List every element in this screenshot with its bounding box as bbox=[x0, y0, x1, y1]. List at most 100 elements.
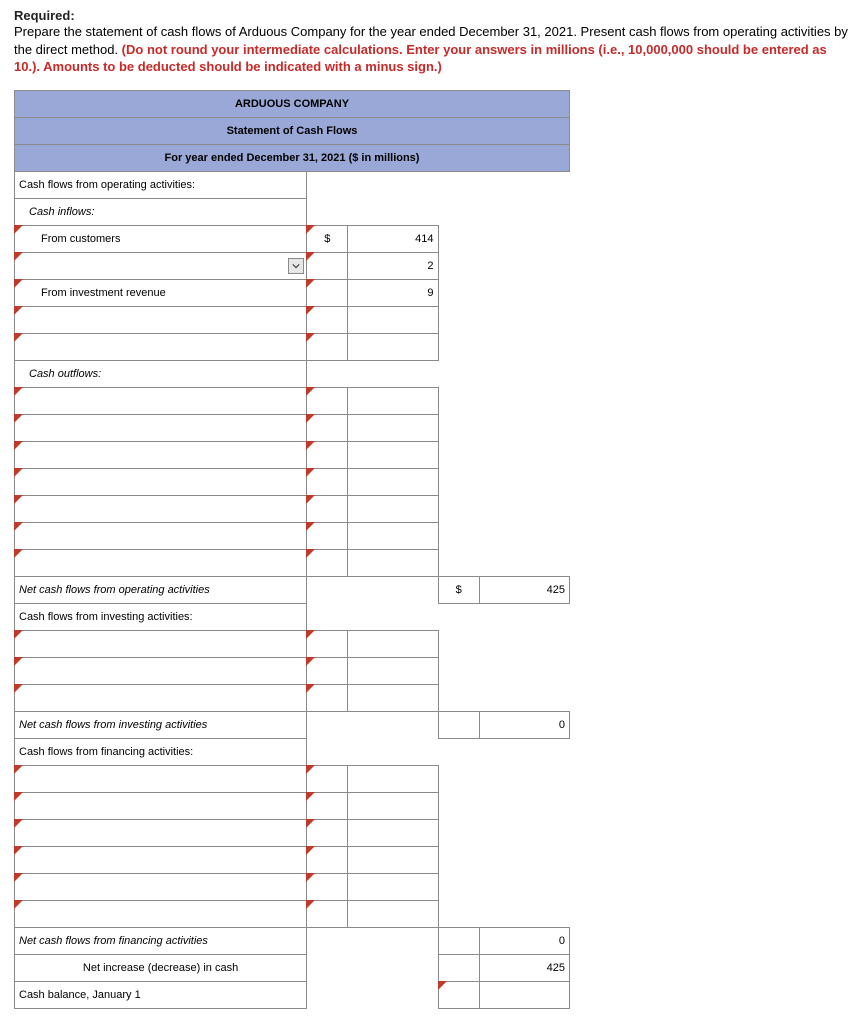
from-customers-text: From customers bbox=[41, 233, 120, 245]
edit-flag-icon bbox=[306, 306, 315, 315]
cash-jan1-value[interactable] bbox=[479, 981, 569, 1008]
blank-fin-row[interactable] bbox=[15, 765, 307, 792]
symbol-cell[interactable] bbox=[307, 252, 348, 279]
edit-flag-icon bbox=[306, 333, 315, 342]
cash-inflows-label: Cash inflows: bbox=[15, 198, 307, 225]
value-cell[interactable] bbox=[348, 819, 438, 846]
edit-flag-icon bbox=[14, 900, 23, 909]
blank-inv-row[interactable] bbox=[15, 684, 307, 711]
symbol-cell[interactable] bbox=[307, 873, 348, 900]
value-cell[interactable] bbox=[348, 765, 438, 792]
symbol-cell[interactable] bbox=[307, 414, 348, 441]
cash-outflows-label: Cash outflows: bbox=[15, 360, 307, 387]
value-cell[interactable] bbox=[348, 441, 438, 468]
edit-flag-icon bbox=[306, 657, 315, 666]
symbol-cell[interactable] bbox=[307, 522, 348, 549]
net-fin-value: 0 bbox=[479, 927, 569, 954]
net-inv-label: Net cash flows from investing activities bbox=[15, 711, 307, 738]
from-invest-rev-label[interactable]: From investment revenue bbox=[15, 279, 307, 306]
edit-flag-icon bbox=[14, 441, 23, 450]
blank-inflow-row[interactable] bbox=[15, 306, 307, 333]
blank-inv-row[interactable] bbox=[15, 630, 307, 657]
edit-flag-icon bbox=[14, 765, 23, 774]
symbol-cell bbox=[438, 954, 479, 981]
cash-flow-table: ARDUOUS COMPANY Statement of Cash Flows … bbox=[14, 90, 570, 1009]
op-activities-header: Cash flows from operating activities: bbox=[15, 171, 307, 198]
edit-flag-icon bbox=[306, 414, 315, 423]
from-customers-value[interactable]: 414 bbox=[348, 225, 438, 252]
value-cell[interactable] bbox=[348, 522, 438, 549]
edit-flag-icon bbox=[306, 225, 315, 234]
symbol-cell[interactable] bbox=[307, 657, 348, 684]
title-statement: Statement of Cash Flows bbox=[15, 117, 570, 144]
blank-fin-row[interactable] bbox=[15, 873, 307, 900]
blank-outflow-row[interactable] bbox=[15, 441, 307, 468]
edit-flag-icon bbox=[14, 792, 23, 801]
chevron-down-icon[interactable] bbox=[288, 258, 304, 274]
edit-flag-icon bbox=[14, 846, 23, 855]
blank-outflow-row[interactable] bbox=[15, 414, 307, 441]
value-cell[interactable] bbox=[348, 657, 438, 684]
symbol-cell[interactable] bbox=[307, 441, 348, 468]
symbol-cell[interactable] bbox=[307, 630, 348, 657]
symbol-cell[interactable] bbox=[307, 900, 348, 927]
value-cell[interactable] bbox=[348, 387, 438, 414]
value-cell[interactable] bbox=[348, 306, 438, 333]
value-cell[interactable] bbox=[348, 684, 438, 711]
blank-inflow-select[interactable] bbox=[15, 252, 307, 279]
edit-flag-icon bbox=[14, 414, 23, 423]
blank-inflow-value[interactable]: 2 bbox=[348, 252, 438, 279]
value-cell[interactable] bbox=[348, 873, 438, 900]
symbol-cell[interactable] bbox=[307, 495, 348, 522]
blank-fin-row[interactable] bbox=[15, 846, 307, 873]
title-period: For year ended December 31, 2021 ($ in m… bbox=[15, 144, 570, 171]
edit-flag-icon bbox=[14, 279, 23, 288]
edit-flag-icon bbox=[14, 684, 23, 693]
symbol-cell[interactable] bbox=[307, 387, 348, 414]
symbol-cell[interactable] bbox=[307, 333, 348, 360]
value-cell[interactable] bbox=[348, 846, 438, 873]
symbol-cell[interactable] bbox=[438, 981, 479, 1008]
net-change-label: Net increase (decrease) in cash bbox=[15, 954, 307, 981]
blank-outflow-row[interactable] bbox=[15, 522, 307, 549]
symbol-cell[interactable] bbox=[307, 306, 348, 333]
from-invest-rev-value[interactable]: 9 bbox=[348, 279, 438, 306]
symbol-cell[interactable] bbox=[307, 279, 348, 306]
edit-flag-icon bbox=[306, 819, 315, 828]
symbol-cell[interactable] bbox=[307, 846, 348, 873]
value-cell[interactable] bbox=[348, 333, 438, 360]
edit-flag-icon bbox=[14, 468, 23, 477]
value-cell[interactable] bbox=[348, 414, 438, 441]
value-cell[interactable] bbox=[348, 630, 438, 657]
symbol-cell[interactable] bbox=[307, 549, 348, 576]
edit-flag-icon bbox=[306, 522, 315, 531]
value-cell[interactable] bbox=[348, 549, 438, 576]
symbol-cell[interactable] bbox=[307, 765, 348, 792]
value-cell[interactable] bbox=[348, 792, 438, 819]
symbol-cell[interactable] bbox=[307, 819, 348, 846]
blank-fin-row[interactable] bbox=[15, 792, 307, 819]
blank-fin-row[interactable] bbox=[15, 819, 307, 846]
edit-flag-icon bbox=[306, 279, 315, 288]
blank-outflow-row[interactable] bbox=[15, 387, 307, 414]
blank-fin-row[interactable] bbox=[15, 900, 307, 927]
blank-outflow-row[interactable] bbox=[15, 468, 307, 495]
blank-inv-row[interactable] bbox=[15, 657, 307, 684]
value-cell[interactable] bbox=[348, 900, 438, 927]
symbol-cell[interactable] bbox=[307, 468, 348, 495]
value-cell[interactable] bbox=[348, 495, 438, 522]
blank-inflow-row[interactable] bbox=[15, 333, 307, 360]
fin-activities-header: Cash flows from financing activities: bbox=[15, 738, 307, 765]
symbol-cell[interactable] bbox=[307, 684, 348, 711]
symbol-cell[interactable] bbox=[307, 792, 348, 819]
edit-flag-icon bbox=[14, 657, 23, 666]
blank-outflow-row[interactable] bbox=[15, 549, 307, 576]
edit-flag-icon bbox=[306, 495, 315, 504]
from-customers-label[interactable]: From customers bbox=[15, 225, 307, 252]
instructions-rules: (Do not round your intermediate calculat… bbox=[14, 42, 827, 75]
edit-flag-icon bbox=[14, 549, 23, 558]
net-op-value: 425 bbox=[479, 576, 569, 603]
blank-outflow-row[interactable] bbox=[15, 495, 307, 522]
edit-flag-icon bbox=[306, 441, 315, 450]
value-cell[interactable] bbox=[348, 468, 438, 495]
